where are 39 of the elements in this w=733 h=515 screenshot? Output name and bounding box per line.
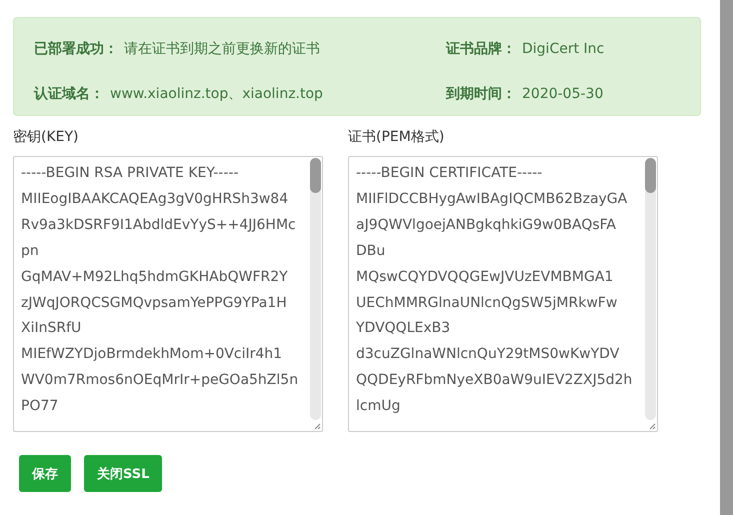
text-line: GqMAV+M92Lhq5hdmGKHAbQWFR2Y — [21, 268, 289, 287]
info-value: 2020-05-30 — [522, 86, 604, 102]
resize-grip-icon[interactable] — [649, 423, 656, 430]
text-line: lcmUg — [356, 397, 402, 416]
scrollbar[interactable] — [310, 158, 321, 420]
text-line: -----BEGIN RSA PRIVATE KEY----- — [21, 164, 240, 183]
text-line: -----BEGIN CERTIFICATE----- — [356, 164, 544, 183]
text-line: MIIFlDCCBHygAwIBAgIQCMB62BzayGA — [356, 190, 628, 209]
info-label: 证书品牌： — [446, 41, 516, 57]
text-line: WV0m7Rmos6nOEqMrIr+peGOa5hZl5n — [21, 371, 300, 390]
text-line: d3cuZGlnaWNlcnQuY29tMS0wKwYDV — [356, 345, 620, 364]
text-line: aJ9QWVlgoejANBgkqhkiG9w0BAQsFA — [356, 216, 618, 235]
info-label: 已部署成功： — [34, 41, 118, 57]
text-line: DBu — [356, 242, 386, 261]
text-line: pn — [21, 242, 40, 261]
action-button[interactable]: 关闭SSL — [84, 455, 162, 492]
info-label: 认证域名： — [34, 86, 104, 102]
field-label: 证书(PEM格式) — [348, 128, 446, 147]
text-line: QQDEyRFbmNyeXB0aW9uIEV2ZXJ5d2h — [356, 371, 634, 390]
action-button[interactable]: 保存 — [19, 455, 71, 492]
text-area[interactable] — [13, 156, 323, 432]
info-value: www.xiaolinz.top、xiaolinz.top — [110, 86, 323, 102]
scrollbar[interactable] — [645, 158, 656, 420]
text-line: zJWqJORQCSGMQvpsamYePPG9YPa1H — [21, 294, 288, 313]
info-value: 请在证书到期之前更换新的证书 — [124, 41, 320, 57]
text-line: MQswCQYDVQQGEwJVUzEVMBMGA1 — [356, 268, 614, 287]
resize-grip-icon[interactable] — [314, 423, 321, 430]
page-scrollbar[interactable] — [720, 0, 733, 515]
text-line: XiInSRfU — [21, 319, 82, 338]
text-line: MIIEogIBAAKCAQEAg3gV0gHRSh3w84 — [21, 190, 290, 209]
info-value: DigiCert Inc — [522, 41, 604, 57]
text-line: MIEfWZYDjoBrmdekhMom+0VciIr4h1 — [21, 345, 284, 364]
text-line: UEChMMRGlnaUNlcnQgSW5jMRkwFw — [356, 294, 618, 313]
field-label: 密钥(KEY) — [13, 128, 80, 147]
text-area[interactable] — [348, 156, 658, 432]
info-label: 到期时间： — [446, 86, 516, 102]
text-line: Rv9a3kDSRF9I1AbdldEvYyS++4JJ6HMc — [21, 216, 297, 235]
text-line: YDVQQLExB3 — [356, 319, 452, 338]
text-line: PO77 — [21, 397, 60, 416]
